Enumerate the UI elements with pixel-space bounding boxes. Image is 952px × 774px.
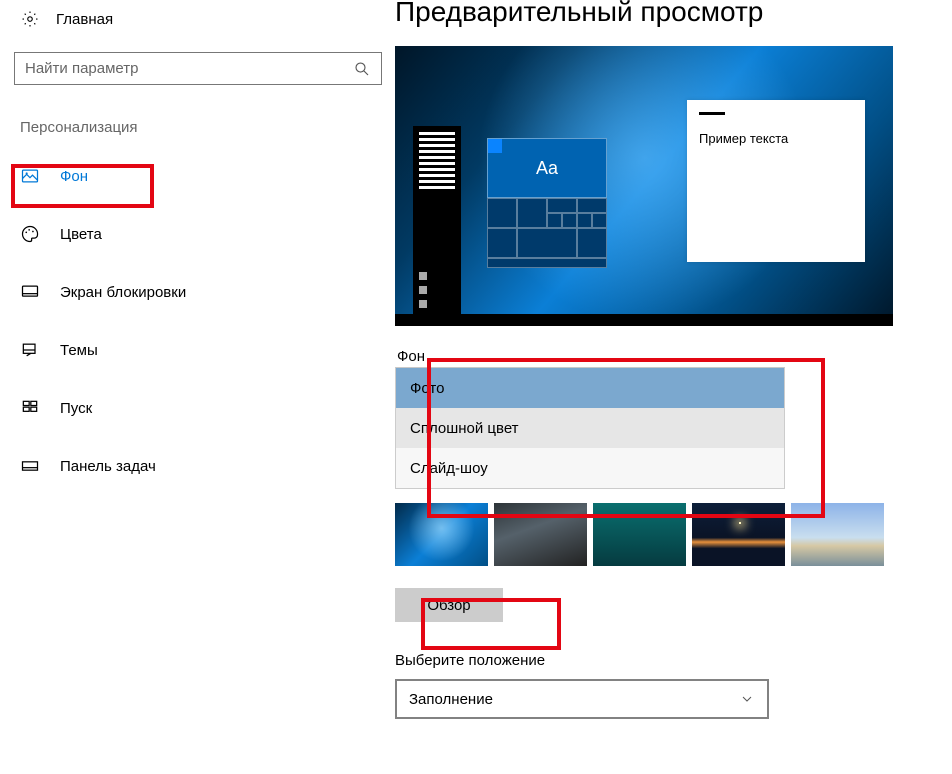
sidebar-item-taskbar[interactable]: Панель задач: [14, 444, 381, 488]
wallpaper-thumb[interactable]: [692, 503, 785, 566]
search-input[interactable]: [25, 60, 353, 77]
sidebar-item-label: Экран блокировки: [60, 284, 186, 301]
preview-sample-text: Пример текста: [699, 131, 853, 146]
wallpaper-thumb[interactable]: [494, 503, 587, 566]
gear-icon: [20, 9, 40, 29]
lockscreen-icon: [20, 282, 40, 302]
sidebar-item-start[interactable]: Пуск: [14, 386, 381, 430]
fit-select[interactable]: Заполнение: [395, 679, 769, 719]
section-title-personalization: Персонализация: [14, 119, 381, 136]
background-option-slideshow[interactable]: Слайд-шоу: [396, 448, 784, 488]
fit-label: Выберите положение: [395, 652, 952, 669]
recent-images-row: [395, 503, 952, 566]
search-input-container[interactable]: [14, 52, 382, 85]
palette-icon: [20, 224, 40, 244]
browse-button[interactable]: Обзор: [395, 588, 503, 622]
sidebar-item-colors[interactable]: Цвета: [14, 212, 381, 256]
nav-home-label: Главная: [56, 11, 113, 28]
preview-heading: Предварительный просмотр: [395, 0, 952, 28]
chevron-down-icon: [739, 691, 755, 707]
settings-sidebar: Главная Персонализация Фон: [0, 0, 395, 774]
preview-taskbar: [395, 314, 893, 326]
wallpaper-thumb[interactable]: [593, 503, 686, 566]
search-icon: [353, 60, 371, 78]
preview-tiles: Aa: [487, 138, 607, 268]
background-dropdown[interactable]: Фото Сплошной цвет Слайд-шоу: [395, 367, 785, 489]
sidebar-item-lockscreen[interactable]: Экран блокировки: [14, 270, 381, 314]
start-icon: [20, 398, 40, 418]
background-option-photo[interactable]: Фото: [396, 368, 784, 408]
sidebar-item-label: Пуск: [60, 400, 92, 417]
main-content: Предварительный просмотр Aa: [395, 0, 952, 774]
sidebar-item-themes[interactable]: Темы: [14, 328, 381, 372]
desktop-preview: Aa Пример текста: [395, 46, 893, 326]
picture-icon: [20, 166, 40, 186]
preview-sample-window: Пример текста: [687, 100, 865, 262]
background-option-solid[interactable]: Сплошной цвет: [396, 408, 784, 448]
sidebar-item-label: Фон: [60, 168, 88, 185]
themes-icon: [20, 340, 40, 360]
sidebar-item-label: Темы: [60, 342, 98, 359]
sidebar-item-background[interactable]: Фон: [14, 154, 381, 198]
wallpaper-thumb[interactable]: [791, 503, 884, 566]
preview-start-menu: [413, 126, 461, 314]
taskbar-icon: [20, 456, 40, 476]
sidebar-item-label: Панель задач: [60, 458, 156, 475]
sidebar-item-label: Цвета: [60, 226, 102, 243]
fit-select-value: Заполнение: [409, 691, 493, 708]
wallpaper-thumb[interactable]: [395, 503, 488, 566]
background-dropdown-section: Фон Фото Сплошной цвет Слайд-шоу: [395, 348, 785, 489]
nav-home[interactable]: Главная: [14, 0, 381, 38]
background-dropdown-label: Фон: [395, 348, 785, 365]
fit-section: Выберите положение Заполнение: [395, 652, 952, 719]
preview-tile-large: Aa: [487, 138, 607, 198]
